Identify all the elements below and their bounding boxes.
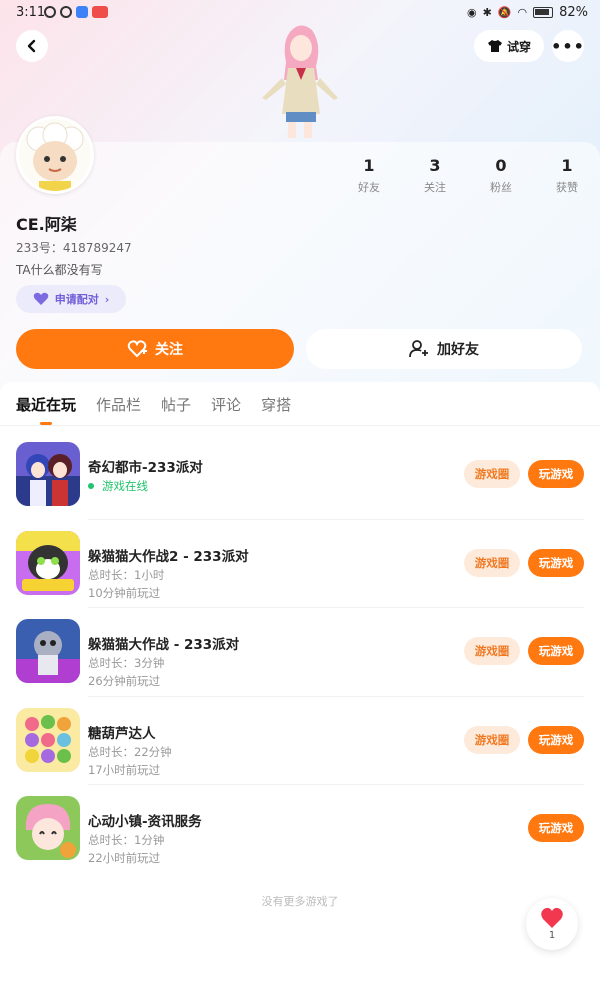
system-status-icons: ◉ ✱ 🔕 ◠ 82% <box>467 5 588 20</box>
like-count: 1 <box>548 930 556 941</box>
profile-tabs-bar: 最近在玩 作品栏 帖子 评论 穿搭 <box>0 382 600 426</box>
user-avatar[interactable] <box>16 116 94 194</box>
game-icon-hide-and-seek-2 <box>16 530 80 595</box>
back-button[interactable] <box>16 30 48 62</box>
play-duration: 总时长：3分钟 <box>88 656 165 670</box>
battery-icon <box>533 7 554 18</box>
game-name: 奇幻都市-233派对 <box>88 460 203 476</box>
play-duration: 总时长：22分钟 <box>88 744 172 759</box>
cloud-notification-icon <box>76 6 88 18</box>
wifi-icon: ◠ <box>517 6 528 19</box>
stat-label: 获赞 <box>556 181 578 194</box>
bluetooth-icon: ✱ <box>482 6 492 19</box>
like-button[interactable]: 1 <box>526 898 578 950</box>
tab-recently-played[interactable]: 最近在玩 <box>16 394 76 415</box>
game-list: 奇幻都市-233派对 游戏在线 游戏圈 玩游戏 躲猫猫大作战2 - 233派对 … <box>0 430 600 873</box>
game-row[interactable]: 糖葫芦达人 总时长：22分钟 17小时前玩过 游戏圈 玩游戏 <box>0 695 600 785</box>
stat-number: 1 <box>561 156 573 175</box>
request-pair-label: 申请配对 <box>54 293 99 306</box>
stat-following[interactable]: 3 关注 <box>402 156 468 195</box>
follow-button[interactable]: 关注 <box>16 329 294 369</box>
tab-works[interactable]: 作品栏 <box>96 394 141 415</box>
sheep-avatar-image <box>19 119 91 191</box>
last-played: 17小时前玩过 <box>88 762 161 777</box>
stat-number: 0 <box>495 156 507 175</box>
stat-number: 1 <box>363 156 375 175</box>
online-status-text: 游戏在线 <box>102 479 148 493</box>
add-friend-button[interactable]: 加好友 <box>306 329 582 369</box>
heart-plus-icon <box>127 340 147 358</box>
game-icon-heartbeat-town <box>16 796 80 860</box>
mute-icon: 🔕 <box>497 6 512 19</box>
status-time: 3:11 <box>16 5 46 20</box>
user-bio: TA什么都没有写 <box>16 263 103 277</box>
tab-outfits[interactable]: 穿搭 <box>261 394 291 415</box>
try-on-button[interactable]: 试穿 <box>474 30 544 62</box>
game-row[interactable]: 躲猫猫大作战2 - 233派对 总时长：1小时 10分钟前玩过 游戏圈 玩游戏 <box>0 518 600 608</box>
tab-posts[interactable]: 帖子 <box>161 394 191 415</box>
play-game-button[interactable]: 玩游戏 <box>528 548 584 577</box>
try-on-label: 试穿 <box>506 39 531 54</box>
no-more-games-text: 没有更多游戏了 <box>261 895 339 908</box>
follow-label: 关注 <box>155 342 183 358</box>
game-circle-button[interactable]: 游戏圈 <box>464 460 520 488</box>
tab-comments[interactable]: 评论 <box>211 394 241 415</box>
request-pair-button[interactable]: 申请配对 › <box>16 285 126 313</box>
stat-friends[interactable]: 1 好友 <box>336 156 402 195</box>
game-row[interactable]: 心动小镇-资讯服务 总时长：1分钟 22小时前玩过 玩游戏 <box>0 784 600 873</box>
play-duration: 总时长：1小时 <box>88 567 165 582</box>
last-played: 10分钟前玩过 <box>88 585 161 600</box>
more-button[interactable]: ••• <box>551 30 585 62</box>
battery-percent: 82% <box>559 5 588 20</box>
game-circle-button[interactable]: 游戏圈 <box>464 725 520 754</box>
stat-label: 关注 <box>424 181 446 194</box>
profile-stats: 1 好友 3 关注 0 粉丝 1 获赞 <box>336 156 600 195</box>
stat-number: 3 <box>429 156 441 175</box>
heart-icon <box>541 907 563 928</box>
game-name: 躲猫猫大作战 - 233派对 <box>88 637 240 653</box>
play-game-button[interactable]: 玩游戏 <box>528 637 584 665</box>
game-icon-hide-and-seek <box>16 619 80 683</box>
stat-label: 粉丝 <box>490 181 512 194</box>
username: CE.阿柒 <box>16 215 77 234</box>
shirt-icon <box>487 40 502 52</box>
avatar-character[interactable] <box>258 22 342 140</box>
game-icon-fantasy-city <box>16 442 80 506</box>
app-notification-icon <box>60 6 72 18</box>
online-status: 游戏在线 <box>88 478 148 494</box>
message-notification-icon <box>92 6 108 18</box>
game-row[interactable]: 躲猫猫大作战 - 233派对 总时长：3分钟 26分钟前玩过 游戏圈 玩游戏 <box>0 607 600 696</box>
stat-followers[interactable]: 0 粉丝 <box>468 156 534 195</box>
add-friend-label: 加好友 <box>437 342 479 358</box>
play-game-button[interactable]: 玩游戏 <box>528 814 584 842</box>
play-game-button[interactable]: 玩游戏 <box>528 725 584 754</box>
add-user-icon <box>409 340 428 358</box>
last-played: 22小时前玩过 <box>88 851 161 865</box>
play-duration: 总时长：1分钟 <box>88 833 165 847</box>
game-name: 糖葫芦达人 <box>88 725 156 742</box>
eye-icon: ◉ <box>466 6 477 19</box>
notification-icons <box>44 6 108 18</box>
heart-icon <box>33 292 49 305</box>
game-icon-candy-skewer <box>16 707 80 772</box>
game-name: 躲猫猫大作战2 - 233派对 <box>88 548 249 565</box>
game-circle-button[interactable]: 游戏圈 <box>464 637 520 665</box>
chevron-left-icon <box>27 39 36 53</box>
game-circle-button[interactable]: 游戏圈 <box>464 548 520 577</box>
chevron-right-icon: › <box>104 292 110 306</box>
play-game-button[interactable]: 玩游戏 <box>528 460 584 488</box>
play-notification-icon <box>44 6 56 18</box>
user-id: 233号：418789247 <box>16 241 132 255</box>
last-played: 26分钟前玩过 <box>88 674 161 688</box>
more-horizontal-icon: ••• <box>551 36 585 56</box>
game-row[interactable]: 奇幻都市-233派对 游戏在线 游戏圈 玩游戏 <box>0 430 600 519</box>
game-name: 心动小镇-资讯服务 <box>88 814 202 830</box>
stat-likes[interactable]: 1 获赞 <box>534 156 600 195</box>
online-dot-icon <box>88 483 94 489</box>
stat-label: 好友 <box>358 181 380 194</box>
